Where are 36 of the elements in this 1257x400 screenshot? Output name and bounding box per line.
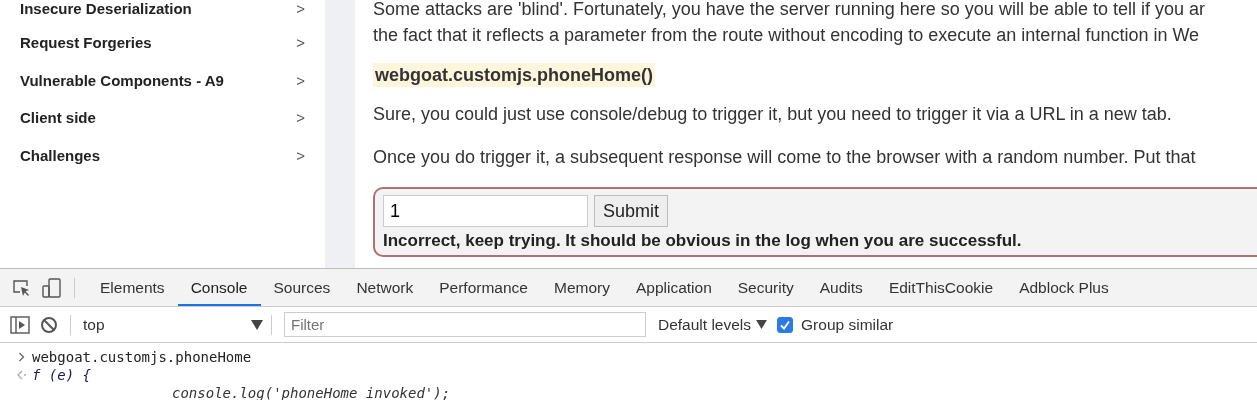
sidebar-item[interactable]: Client side > [20,99,305,137]
devtools-tab[interactable]: EditThisCookie [875,269,1007,306]
devtools-tab[interactable]: Audits [806,269,876,306]
caret-icon [756,320,768,329]
code-snippet: webgoat.customjs.phoneHome() [373,63,655,87]
sidebar-item[interactable]: Challenges > [20,136,305,174]
console-line: webgoat.customjs.phoneHome [32,349,252,365]
devtools-tab[interactable]: Performance [426,269,541,306]
devtools-tab[interactable]: Adblock Plus [1006,269,1122,306]
submit-button[interactable]: Submit [594,195,669,227]
devtools-tab[interactable]: Application [622,269,725,306]
devtools-tab[interactable]: Memory [540,269,623,306]
answer-field[interactable]: 1 [383,195,588,227]
devtools-tab[interactable]: Console [177,269,261,306]
sidebar-item[interactable]: Request Forgeries > [20,24,305,62]
feedback-message: Incorrect, keep trying. It should be obvious in the log when you are successful. [383,231,1023,251]
devtools-tab[interactable]: Network [343,269,427,306]
devtools-tab[interactable]: Security [724,269,807,306]
clear-icon[interactable] [40,315,58,334]
paragraph: Sure, you could just use console/debug to trigger it, but you need to trigger it via a URL in a new tab. [373,103,1173,126]
paragraph: Once you do trigger it, a subsequent response will come to the browser with a random number. Put that [373,146,1197,169]
inspect-icon[interactable] [12,278,32,297]
paragraph: Some attacks are 'blind'. Fortunately, you have the server running here so you will be able to tell if you ar the fact that it reflects a parameter from the route without encoding to execute an internal function in We [373,0,1206,47]
sidebar-toggle-icon[interactable] [10,315,30,334]
devtools-tab[interactable]: Elements [87,269,178,306]
console-line: f (e) { [32,367,91,383]
sidebar-item[interactable]: Vulnerable Components - A9 > [20,61,305,99]
checkbox[interactable] [777,316,794,333]
sidebar-item[interactable]: Insecure Deserialization > [20,0,305,24]
devtools-tab[interactable]: Sources [260,269,344,306]
checkbox-label: Group similar [801,315,894,334]
caret-icon [251,319,263,330]
context-select[interactable]: top [83,315,263,334]
levels-dropdown[interactable]: Default levels [658,315,768,334]
filter-field[interactable]: Filter [284,312,646,337]
device-icon[interactable] [42,277,62,298]
